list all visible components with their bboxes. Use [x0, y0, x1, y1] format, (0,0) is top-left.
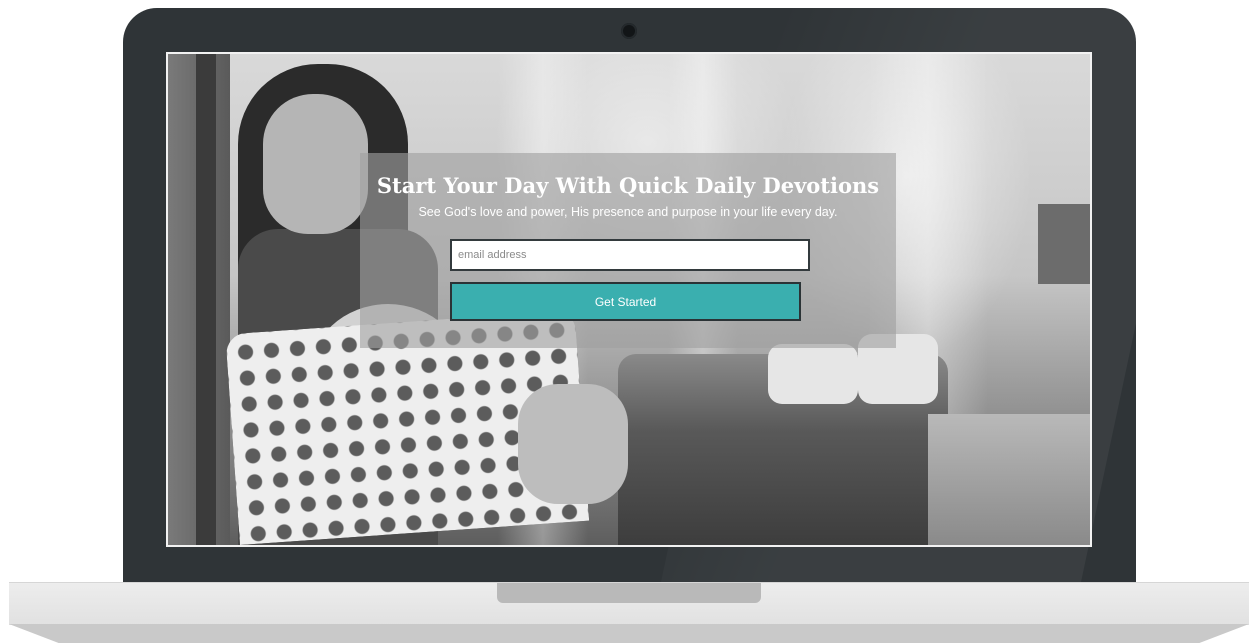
laptop-base	[9, 582, 1249, 625]
door-frame	[196, 54, 216, 545]
woman-arm	[518, 384, 628, 504]
camera-icon	[621, 23, 637, 39]
laptop-opening-notch	[497, 583, 761, 603]
side-table	[928, 414, 1090, 545]
laptop-base-underside	[9, 624, 1249, 643]
woman-face	[263, 94, 368, 234]
lamp	[1038, 204, 1090, 284]
laptop-mockup: Start Your Day With Quick Daily Devotion…	[0, 0, 1249, 643]
couch-pillow	[768, 344, 858, 404]
hero-headline: Start Your Day With Quick Daily Devotion…	[376, 173, 880, 198]
laptop-screen: Start Your Day With Quick Daily Devotion…	[166, 52, 1092, 547]
hero-subheadline: See God's love and power, His presence a…	[418, 205, 838, 219]
get-started-button[interactable]: Get Started	[450, 282, 801, 321]
email-field[interactable]	[450, 239, 810, 271]
signup-panel: Start Your Day With Quick Daily Devotion…	[360, 153, 896, 348]
